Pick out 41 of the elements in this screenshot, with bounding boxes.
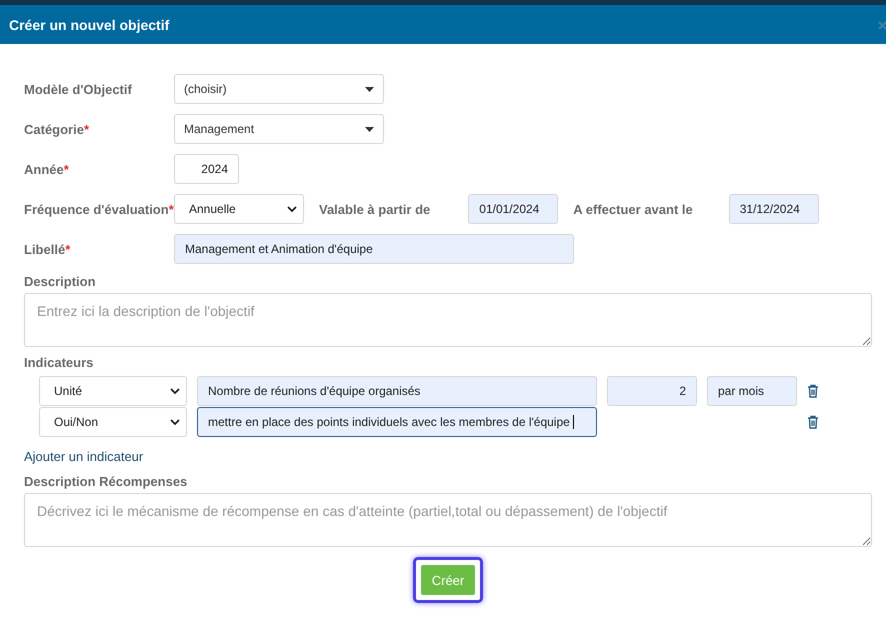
input-field[interactable]: 01/01/2024	[468, 194, 558, 224]
dropdown[interactable]: Unité	[39, 376, 187, 406]
field-label: Fréquence d'évaluation*	[24, 202, 174, 216]
field-label: Description	[24, 274, 97, 289]
field-label: Valable à partir de	[319, 202, 430, 216]
input-field[interactable]: 2024	[174, 154, 239, 184]
input-field[interactable]: par mois	[707, 376, 797, 406]
required-mark: *	[84, 122, 90, 136]
dropdown[interactable]: Management	[174, 114, 384, 144]
chevron-icon	[170, 388, 180, 394]
input-field[interactable]: mettre en place des points individuels avec les membres de l'équipe	[197, 407, 597, 437]
caret-icon	[365, 86, 374, 92]
delete-button[interactable]	[807, 415, 819, 429]
field-label: Libellé*	[24, 242, 72, 256]
field-label: Description Récompenses	[24, 474, 188, 489]
description-field[interactable]: Entrez ici la description de l'objectif	[24, 293, 872, 347]
input-field[interactable]: 31/12/2024	[728, 194, 819, 224]
required-mark: *	[168, 202, 174, 216]
field-label: Indicateurs	[24, 355, 94, 370]
rewards-field[interactable]: Décrivez ici le mécanisme de récompense en cas d'atteinte (partiel,total ou dépassement) de l'objectif	[24, 493, 872, 547]
dropdown[interactable]: (choisir)	[174, 74, 384, 104]
close-icon	[878, 20, 886, 30]
caret-icon	[365, 126, 374, 132]
add-indicator-link[interactable]: Ajouter un indicateur	[24, 449, 144, 464]
field-label: Catégorie*	[24, 122, 90, 136]
required-mark: *	[64, 162, 69, 176]
chevron-icon	[287, 206, 297, 212]
input-field[interactable]: Nombre de réunions d'équipe organisés	[197, 376, 597, 406]
field-label: A effectuer avant le	[573, 202, 693, 216]
dropdown[interactable]: Annuelle	[174, 194, 304, 224]
trash-icon	[807, 384, 819, 398]
chevron-icon	[170, 418, 180, 426]
required-mark: *	[65, 242, 70, 256]
input-field[interactable]: 2	[607, 376, 697, 406]
delete-button[interactable]	[807, 384, 819, 398]
dropdown[interactable]: Oui/Non	[39, 407, 187, 437]
input-field[interactable]: Management et Animation d'équipe	[174, 234, 574, 264]
field-label: Modèle d'Objectif	[24, 82, 133, 96]
trash-icon	[807, 415, 819, 429]
field-label: Année*	[24, 162, 70, 176]
dialog-title: Créer un nouvel objectif	[9, 16, 170, 32]
